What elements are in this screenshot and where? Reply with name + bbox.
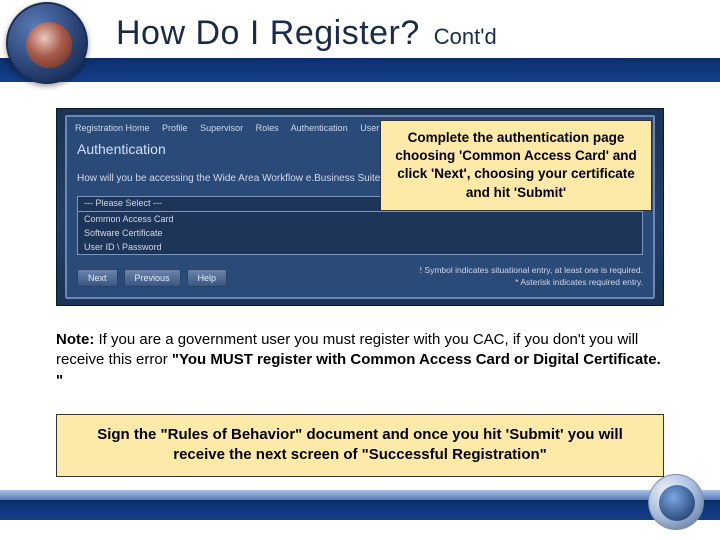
header-stripe <box>0 58 720 82</box>
slide-subtitle: Cont'd <box>434 24 497 50</box>
slide-title: How Do I Register? <box>116 14 420 53</box>
tab-authentication: Authentication <box>291 123 348 133</box>
callout-rules-text: Sign the "Rules of Behavior" document an… <box>97 426 623 463</box>
slide-title-row: How Do I Register? Cont'd <box>116 14 497 53</box>
next-button: Next <box>77 269 118 287</box>
agency-seal-icon <box>6 2 88 84</box>
note-label: Note: <box>56 331 94 348</box>
option-software-cert: Software Certificate <box>78 226 642 240</box>
callout-rules-of-behavior: Sign the "Rules of Behavior" document an… <box>56 414 664 477</box>
footer-stripe <box>0 500 720 520</box>
screenshot-heading: Authentication <box>77 141 166 157</box>
callout-authentication: Complete the authentication page choosin… <box>380 120 652 211</box>
option-cac: Common Access Card <box>78 212 642 226</box>
header-area: How Do I Register? Cont'd <box>0 0 720 82</box>
footnote-situational: ! Symbol indicates situational entry, at… <box>420 264 643 277</box>
tab-roles: Roles <box>256 123 279 133</box>
screenshot-footnotes: ! Symbol indicates situational entry, at… <box>420 264 643 290</box>
tab-supervisor: Supervisor <box>200 123 243 133</box>
previous-button: Previous <box>124 269 181 287</box>
option-userid-password: User ID \ Password <box>78 240 642 254</box>
help-button: Help <box>187 269 228 287</box>
tab-registration-home: Registration Home <box>75 123 150 133</box>
tab-profile: Profile <box>162 123 188 133</box>
select-options: Common Access Card Software Certificate … <box>77 212 643 255</box>
dod-seal-icon <box>648 474 704 530</box>
note-block: Note: If you are a government user you m… <box>56 330 664 391</box>
footnote-required: * Asterisk indicates required entry. <box>420 276 643 289</box>
callout-authentication-text: Complete the authentication page choosin… <box>395 130 636 200</box>
